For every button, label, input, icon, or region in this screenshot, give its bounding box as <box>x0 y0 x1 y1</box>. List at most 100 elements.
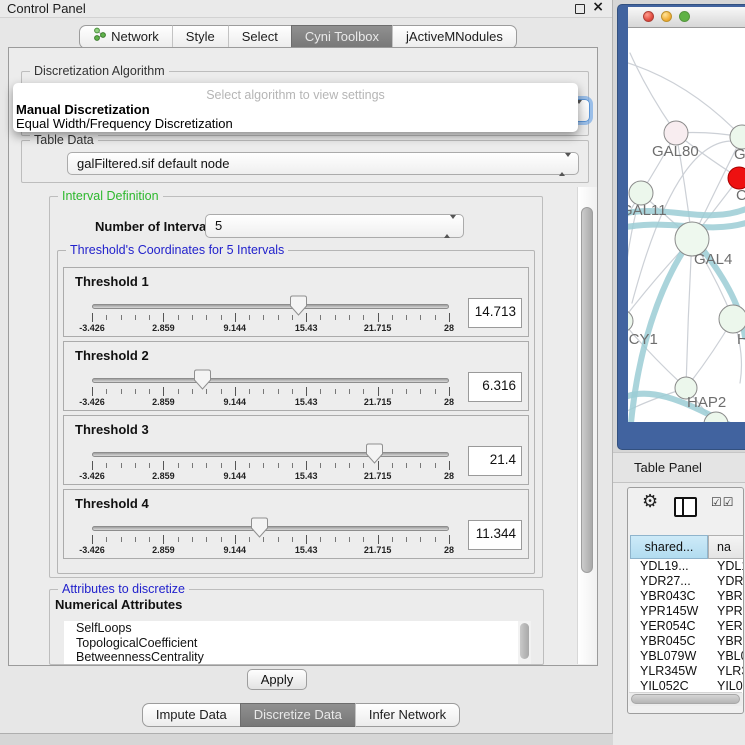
table-row[interactable]: YIL052CYIL0 <box>630 679 744 693</box>
attributes-group: Attributes to discretize Numerical Attri… <box>49 589 544 665</box>
threshold-value-field[interactable]: 11.344 <box>468 520 522 550</box>
threshold-value-field[interactable]: 14.713 <box>468 298 522 328</box>
threshold-slider[interactable] <box>92 304 449 310</box>
slider-tick-labels: -3.4262.8599.14415.4321.71528 <box>92 323 449 334</box>
tab-label: Impute Data <box>156 704 227 726</box>
network-window-titlebar[interactable] <box>628 7 745 28</box>
cell-name[interactable]: YDL1 <box>708 559 744 574</box>
cell-name[interactable]: YIL0 <box>708 679 744 693</box>
network-window: GAL80GACGAL11GAL4GCY1HHAP2 <box>617 4 745 450</box>
attribute-item-selfloops[interactable]: SelfLoops <box>64 621 531 636</box>
cell-name[interactable]: YPR1 <box>708 604 744 619</box>
tab-style[interactable]: Style <box>172 25 228 49</box>
table-hscrollbar[interactable] <box>629 692 742 706</box>
gear-icon[interactable]: ⚙ <box>642 491 658 512</box>
threshold-slider[interactable] <box>92 526 449 532</box>
minimize-yellow-icon[interactable] <box>661 11 672 22</box>
interval-group-title: Interval Definition <box>58 189 163 203</box>
cell-name[interactable]: YDR2 <box>708 574 744 589</box>
table-row[interactable]: YBR045CYBR0 <box>630 634 744 649</box>
panel-scrollbar[interactable] <box>577 187 597 664</box>
slider-track[interactable] <box>92 304 449 309</box>
cell-shared-name[interactable]: YDR27... <box>630 574 708 589</box>
number-of-intervals-value: 5 <box>215 218 222 233</box>
bottom-tab-impute-data[interactable]: Impute Data <box>142 703 240 727</box>
threshold-value-field[interactable]: 21.4 <box>468 446 522 476</box>
zoom-green-icon[interactable] <box>679 11 690 22</box>
slider-track[interactable] <box>92 526 449 531</box>
tab-jactivemnodules[interactable]: jActiveMNodules <box>392 25 517 49</box>
slider-ticks <box>92 461 449 470</box>
cell-shared-name[interactable]: YBR045C <box>630 634 708 649</box>
slider-track[interactable] <box>92 378 449 383</box>
table-row[interactable]: YBR043CYBR0 <box>630 589 744 604</box>
cell-name[interactable]: YBL0 <box>708 649 744 664</box>
control-panel-titlebar: Control Panel × <box>0 0 612 18</box>
node-label: GCY1 <box>628 331 658 348</box>
algorithm-dropdown-popup: Select algorithm to view settings Manual… <box>13 83 578 132</box>
bottom-tab-bar: Impute Data Discretize Data Infer Network <box>0 703 602 727</box>
tab-label: Infer Network <box>369 704 446 726</box>
table-row[interactable]: YDR27...YDR2 <box>630 574 744 589</box>
table-row[interactable]: YBL079WYBL0 <box>630 649 744 664</box>
cell-shared-name[interactable]: YER054C <box>630 619 708 634</box>
cell-shared-name[interactable]: YDL19... <box>630 559 708 574</box>
column-header-name[interactable]: na <box>708 535 744 559</box>
numerical-attributes-list[interactable]: SelfLoopsTopologicalCoefficientBetweenne… <box>64 621 531 664</box>
list-scrollbar[interactable] <box>518 621 531 664</box>
network-node-c[interactable] <box>728 167 745 189</box>
cell-name[interactable]: YLR3 <box>708 664 744 679</box>
threshold-label: Threshold 3 <box>75 422 149 437</box>
table-row[interactable]: YPR145WYPR1 <box>630 604 744 619</box>
network-graph-icon <box>93 26 106 48</box>
cell-name[interactable]: YBR0 <box>708 634 744 649</box>
tab-cyni-toolbox[interactable]: Cyni Toolbox <box>291 25 392 49</box>
table-row[interactable]: YDL19...YDL1 <box>630 559 744 574</box>
column-view-icon[interactable] <box>674 497 697 517</box>
cell-shared-name[interactable]: YBR043C <box>630 589 708 604</box>
close-icon[interactable]: × <box>592 0 604 15</box>
tab-network[interactable]: Network <box>79 25 172 49</box>
threshold-slider[interactable] <box>92 378 449 384</box>
slider-track[interactable] <box>92 452 449 457</box>
table-data-group-title: Table Data <box>30 133 98 147</box>
tab-label: Select <box>242 26 278 48</box>
network-canvas[interactable]: GAL80GACGAL11GAL4GCY1HHAP2 <box>628 28 745 422</box>
network-node-gcy1[interactable] <box>628 310 633 332</box>
table-data-combo[interactable]: galFiltered.sif default node <box>67 152 579 175</box>
cell-name[interactable]: YER0 <box>708 619 744 634</box>
apply-button[interactable]: Apply <box>247 669 307 690</box>
table-hscrollbar-thumb[interactable] <box>631 694 740 704</box>
cell-shared-name[interactable]: YPR145W <box>630 604 708 619</box>
table-row[interactable]: YER054CYER0 <box>630 619 744 634</box>
combo-stepper-icon <box>559 157 571 172</box>
cell-name[interactable]: YBR0 <box>708 589 744 604</box>
list-scrollbar-thumb[interactable] <box>520 623 529 659</box>
algorithm-option-manual[interactable]: Manual Discretization <box>16 102 150 117</box>
table-row[interactable]: YLR345WYLR3 <box>630 664 744 679</box>
panel-scrollbar-thumb[interactable] <box>581 207 593 573</box>
float-window-icon[interactable] <box>575 4 585 14</box>
threshold-value-field[interactable]: 6.316 <box>468 372 522 402</box>
node-label: GA <box>734 146 745 163</box>
threshold-slider[interactable] <box>92 452 449 458</box>
close-red-icon[interactable] <box>643 11 654 22</box>
bottom-tab-discretize-data[interactable]: Discretize Data <box>240 703 355 727</box>
network-graph: GAL80GACGAL11GAL4GCY1HHAP2 <box>628 28 745 422</box>
attribute-item-topologicalcoefficient[interactable]: TopologicalCoefficient <box>64 636 531 651</box>
combo-stepper-icon <box>444 219 456 234</box>
bottom-tab-infer-network[interactable]: Infer Network <box>355 703 460 727</box>
cell-shared-name[interactable]: YIL052C <box>630 679 708 693</box>
tab-select[interactable]: Select <box>228 25 291 49</box>
checkbox-checked-icons[interactable]: ☑☑ <box>711 495 735 509</box>
tab-label: Style <box>186 26 215 48</box>
number-of-intervals-combo[interactable]: 5 <box>205 214 464 238</box>
column-header-shared-name[interactable]: shared... <box>630 535 708 559</box>
network-node-h[interactable] <box>719 305 745 333</box>
cell-shared-name[interactable]: YLR345W <box>630 664 708 679</box>
attribute-item-betweennesscentrality[interactable]: BetweennessCentrality <box>64 650 531 664</box>
algorithm-option-equal-width[interactable]: Equal Width/Frequency Discretization <box>16 116 233 131</box>
slider-ticks <box>92 535 449 544</box>
cell-shared-name[interactable]: YBL079W <box>630 649 708 664</box>
network-node-gal80[interactable] <box>664 121 688 145</box>
